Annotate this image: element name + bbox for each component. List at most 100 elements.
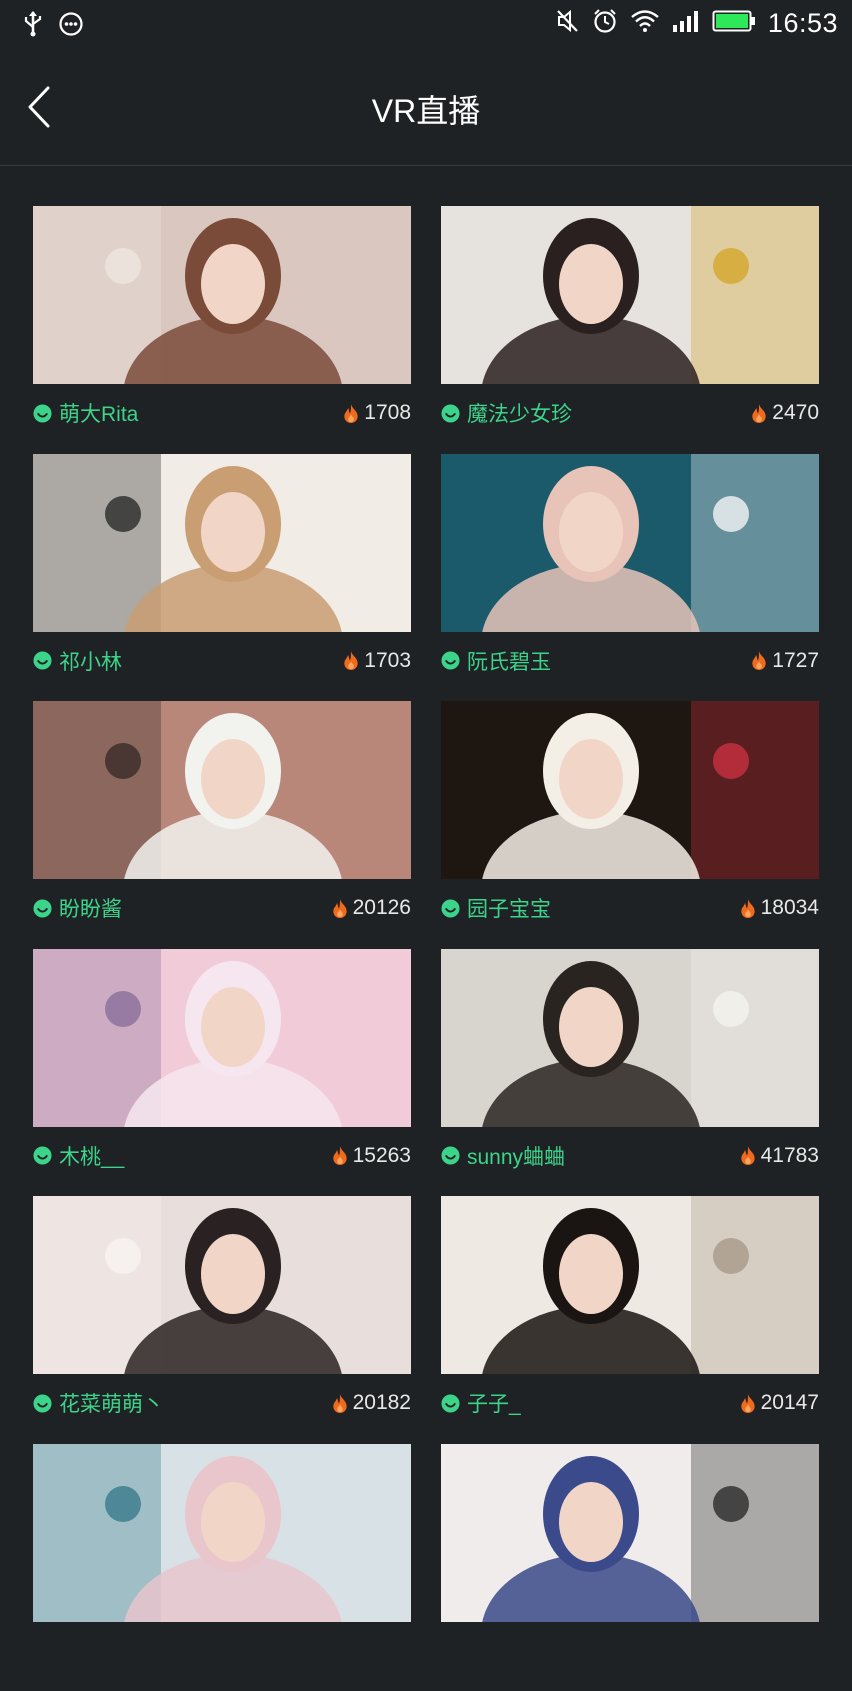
flame-icon [343, 404, 359, 423]
stream-card[interactable]: 盼盼酱 20126 [33, 701, 411, 949]
battery-icon [712, 9, 756, 38]
stream-card[interactable]: 子子_ 20147 [441, 1196, 819, 1444]
flame-icon [740, 899, 756, 918]
viewer-count: 18034 [761, 896, 819, 920]
viewer-count: 1727 [772, 649, 819, 673]
smile-icon [441, 1394, 460, 1413]
stream-meta: 园子宝宝 18034 [441, 879, 819, 937]
stream-thumbnail[interactable] [33, 454, 411, 632]
stream-thumbnail[interactable] [33, 701, 411, 879]
streamer-name: 花菜萌萌丶 [59, 1388, 164, 1418]
stream-thumbnail[interactable] [441, 701, 819, 879]
flame-icon [740, 1146, 756, 1165]
stream-meta: 祁小林 1703 [33, 632, 411, 690]
stream-card[interactable] [33, 1444, 411, 1691]
stream-card[interactable]: 阮氏碧玉 1727 [441, 454, 819, 702]
stream-meta: 盼盼酱 20126 [33, 879, 411, 937]
thumbnail-art [441, 701, 819, 879]
streamer-name: 萌大Rita [59, 398, 138, 428]
stream-meta: sunny蛐蛐 41783 [441, 1127, 819, 1185]
stream-thumbnail[interactable] [441, 1196, 819, 1374]
stream-thumbnail[interactable] [33, 1196, 411, 1374]
stream-meta: 木桃__ 15263 [33, 1127, 411, 1185]
stream-thumbnail[interactable] [441, 949, 819, 1127]
streamer-name-group: 子子_ [441, 1388, 521, 1418]
streamer-name: sunny蛐蛐 [467, 1141, 565, 1171]
thumbnail-art [33, 454, 411, 632]
stream-thumbnail[interactable] [441, 1444, 819, 1622]
stream-card[interactable]: 魔法少女珍 2470 [441, 206, 819, 454]
viewer-count-group: 15263 [332, 1144, 411, 1168]
stream-thumbnail[interactable] [441, 454, 819, 632]
thumbnail-art [441, 1196, 819, 1374]
viewer-count-group: 20182 [332, 1391, 411, 1415]
status-bar: 16:53 [0, 0, 852, 50]
flame-icon [751, 404, 767, 423]
thumbnail-art [33, 949, 411, 1127]
viewer-count: 20182 [353, 1391, 411, 1415]
stream-thumbnail[interactable] [33, 949, 411, 1127]
flame-icon [751, 651, 767, 670]
thumbnail-art [441, 206, 819, 384]
viewer-count: 15263 [353, 1144, 411, 1168]
streamer-name-group: 花菜萌萌丶 [33, 1388, 164, 1418]
viewer-count-group: 41783 [740, 1144, 819, 1168]
stream-card[interactable]: 园子宝宝 18034 [441, 701, 819, 949]
thumbnail-art [441, 1444, 819, 1622]
flame-icon [332, 1146, 348, 1165]
stream-meta: 花菜萌萌丶 20182 [33, 1374, 411, 1432]
page-title: VR直播 [0, 86, 852, 132]
stream-meta: 子子_ 20147 [441, 1374, 819, 1432]
stream-thumbnail[interactable] [33, 206, 411, 384]
mute-icon [556, 8, 580, 39]
smile-icon [441, 899, 460, 918]
smile-icon [33, 899, 52, 918]
streamer-name-group: sunny蛐蛐 [441, 1141, 565, 1171]
message-icon [58, 11, 84, 42]
stream-meta: 魔法少女珍 2470 [441, 384, 819, 442]
signal-icon [672, 10, 700, 37]
smile-icon [441, 404, 460, 423]
stream-card[interactable]: 花菜萌萌丶 20182 [33, 1196, 411, 1444]
viewer-count-group: 18034 [740, 896, 819, 920]
streamer-name: 木桃__ [59, 1141, 124, 1171]
thumbnail-art [33, 1444, 411, 1622]
stream-card[interactable]: 祁小林 1703 [33, 454, 411, 702]
stream-card[interactable]: 木桃__ 15263 [33, 949, 411, 1197]
viewer-count-group: 1708 [343, 401, 411, 425]
streamer-name-group: 木桃__ [33, 1141, 124, 1171]
streamer-name: 祁小林 [59, 646, 122, 676]
streamer-name-group: 魔法少女珍 [441, 398, 572, 428]
viewer-count-group: 1727 [751, 649, 819, 673]
flame-icon [332, 1394, 348, 1413]
stream-thumbnail[interactable] [441, 206, 819, 384]
stream-card[interactable] [441, 1444, 819, 1691]
stream-grid: 萌大Rita 1708 魔法少女珍 [33, 206, 819, 1691]
thumbnail-art [33, 1196, 411, 1374]
nav-bar: VR直播 [0, 50, 852, 166]
viewer-count: 1708 [364, 401, 411, 425]
streamer-name: 魔法少女珍 [467, 398, 572, 428]
streamer-name: 阮氏碧玉 [467, 646, 551, 676]
streamer-name-group: 盼盼酱 [33, 893, 122, 923]
viewer-count: 20126 [353, 896, 411, 920]
stream-card[interactable]: 萌大Rita 1708 [33, 206, 411, 454]
streamer-name: 子子_ [467, 1388, 521, 1418]
viewer-count-group: 1703 [343, 649, 411, 673]
flame-icon [343, 651, 359, 670]
smile-icon [441, 651, 460, 670]
streamer-name: 园子宝宝 [467, 893, 551, 923]
viewer-count: 1703 [364, 649, 411, 673]
streamer-name: 盼盼酱 [59, 893, 122, 923]
streamer-name-group: 阮氏碧玉 [441, 646, 551, 676]
streamer-name-group: 祁小林 [33, 646, 122, 676]
stream-thumbnail[interactable] [33, 1444, 411, 1622]
flame-icon [740, 1394, 756, 1413]
streamer-name-group: 园子宝宝 [441, 893, 551, 923]
viewer-count-group: 20126 [332, 896, 411, 920]
usb-icon [22, 10, 44, 43]
thumbnail-art [33, 206, 411, 384]
viewer-count-group: 2470 [751, 401, 819, 425]
thumbnail-art [441, 454, 819, 632]
stream-card[interactable]: sunny蛐蛐 41783 [441, 949, 819, 1197]
